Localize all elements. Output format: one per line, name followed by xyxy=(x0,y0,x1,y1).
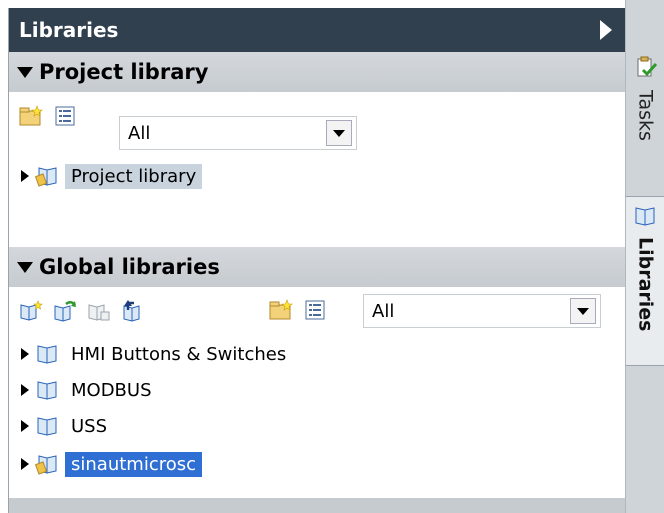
global-libraries-header-label: Global libraries xyxy=(39,255,220,279)
panel-titlebar: Libraries xyxy=(9,8,626,52)
tree-item-library[interactable]: USS xyxy=(21,410,113,442)
global-libraries-filter-select[interactable]: All xyxy=(363,294,601,328)
library-book-icon xyxy=(35,343,61,365)
update-library-icon[interactable] xyxy=(121,300,145,322)
project-library-book-icon xyxy=(34,165,61,187)
expand-triangle-icon xyxy=(17,66,33,78)
project-library-filter-select[interactable]: All xyxy=(119,116,357,150)
tab-tasks[interactable]: Tasks xyxy=(626,56,664,196)
new-folder-icon[interactable] xyxy=(19,105,43,127)
global-libraries-filter-value: All xyxy=(372,300,395,322)
tree-item-project-library[interactable]: Project library xyxy=(21,160,203,192)
panel-title: Libraries xyxy=(19,18,119,42)
create-new-library-icon[interactable] xyxy=(19,300,43,322)
panel-bottom-bar xyxy=(9,498,626,513)
side-tab-strip: Tasks Libraries xyxy=(625,0,664,513)
project-library-filter-value: All xyxy=(128,122,151,144)
expand-triangle-icon[interactable] xyxy=(21,348,29,360)
list-view-icon[interactable] xyxy=(53,105,77,127)
project-library-header-label: Project library xyxy=(39,60,209,84)
edit-library-book-icon xyxy=(34,453,61,475)
dropdown-arrow-icon[interactable] xyxy=(570,298,596,324)
expand-triangle-icon[interactable] xyxy=(21,420,29,432)
tree-item-label: HMI Buttons & Switches xyxy=(71,343,287,365)
tree-item-label: sinautmicrosc xyxy=(65,451,203,477)
dropdown-arrow-icon[interactable] xyxy=(326,120,352,146)
libraries-panel: Libraries Project library All Project li… xyxy=(8,8,626,513)
expand-triangle-icon[interactable] xyxy=(21,384,29,396)
tab-tasks-label: Tasks xyxy=(634,90,657,141)
new-folder-icon[interactable] xyxy=(269,299,293,321)
tree-item-label: MODBUS xyxy=(71,379,152,401)
expand-triangle-icon xyxy=(17,261,33,273)
list-view-icon[interactable] xyxy=(303,299,327,321)
tree-item-label: Project library xyxy=(65,163,203,189)
library-book-icon xyxy=(634,205,658,231)
tree-item-label: USS xyxy=(71,415,108,437)
close-library-icon[interactable] xyxy=(87,300,111,322)
tree-item-library[interactable]: MODBUS xyxy=(21,374,158,406)
tree-item-library-selected[interactable]: sinautmicrosc xyxy=(21,448,203,480)
expand-triangle-icon[interactable] xyxy=(21,458,29,470)
open-library-icon[interactable] xyxy=(53,300,77,322)
library-book-icon xyxy=(35,415,61,437)
tab-libraries-label: Libraries xyxy=(634,237,657,332)
tree-item-library[interactable]: HMI Buttons & Switches xyxy=(21,338,292,370)
section-separator xyxy=(9,228,626,242)
libraries-window: Libraries Project library All Project li… xyxy=(0,0,664,513)
tasks-icon xyxy=(634,56,658,84)
expand-triangle-icon[interactable] xyxy=(21,170,29,182)
collapse-panel-arrow-icon[interactable] xyxy=(600,20,612,40)
global-libraries-view-tools xyxy=(269,299,327,321)
library-book-icon xyxy=(35,379,61,401)
project-library-header[interactable]: Project library xyxy=(9,52,626,92)
tab-libraries[interactable]: Libraries xyxy=(626,196,664,366)
global-libraries-header[interactable]: Global libraries xyxy=(9,247,626,287)
